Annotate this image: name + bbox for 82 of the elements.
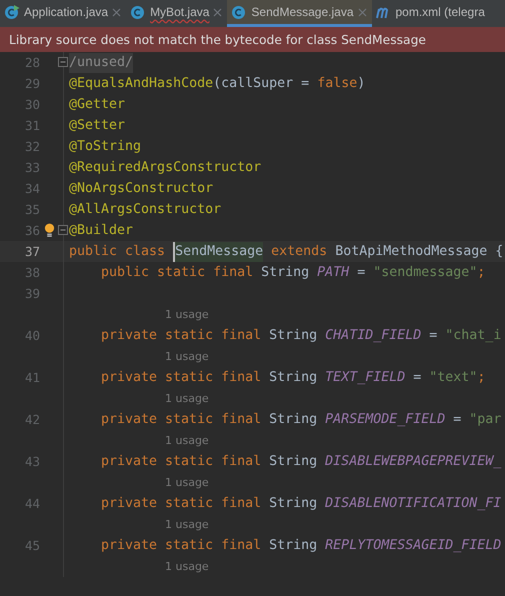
class-icon <box>231 4 248 20</box>
code-text: String <box>261 264 310 282</box>
constant-name: TEXT_FIELD <box>325 368 406 386</box>
annotation: @Builder <box>69 222 134 240</box>
line-number: 42 <box>24 412 40 427</box>
annotation: @Getter <box>69 96 126 114</box>
annotation: @ToString <box>69 138 142 156</box>
close-icon[interactable] <box>112 8 122 16</box>
keyword: private static final <box>101 410 262 428</box>
code-text: String <box>269 494 318 512</box>
annotation: @EqualsAndHashCode <box>69 74 214 92</box>
usage-hint[interactable]: 1 usage <box>165 350 209 363</box>
code-text: ) <box>357 74 366 92</box>
line-number: 29 <box>24 76 40 91</box>
keyword: ; <box>477 264 486 282</box>
constant-name: PARSEMODE_FIELD <box>325 410 446 428</box>
close-icon[interactable] <box>213 8 222 16</box>
code-text: String <box>269 536 318 554</box>
line-number: 28 <box>24 55 40 70</box>
line-number: 36 <box>24 223 40 238</box>
folded-code: /unused/ <box>69 52 134 72</box>
keyword: public static final <box>101 264 254 282</box>
constant-name: DISABLEWEBPAGEPREVIEW_ <box>325 452 502 470</box>
code-text: String <box>269 326 318 344</box>
code-text: SendMessage <box>173 242 264 262</box>
line-number: 44 <box>24 496 40 511</box>
line-number: 39 <box>24 286 40 301</box>
class-icon <box>130 4 146 20</box>
line-number: 32 <box>24 139 40 154</box>
line-number: 37 <box>24 244 40 259</box>
annotation: @AllArgsConstructor <box>69 200 222 218</box>
line-number: 43 <box>24 454 40 469</box>
string-literal: "par <box>469 410 502 428</box>
code-text: String <box>269 368 318 386</box>
warning-banner: Library source does not match the bytecode for class SendMessage <box>0 27 505 52</box>
usage-hint[interactable]: 1 usage <box>165 392 209 405</box>
usage-hint[interactable]: 1 usage <box>165 434 209 447</box>
keyword: private static final <box>101 494 262 512</box>
code-text: = <box>452 410 462 428</box>
keyword: private static final <box>101 368 262 386</box>
usage-hint[interactable]: 1 usage <box>165 476 209 489</box>
code-text: String <box>269 410 318 428</box>
usage-hint[interactable]: 1 usage <box>165 560 209 573</box>
fold-icon[interactable] <box>58 225 68 235</box>
keyword: ; <box>477 368 486 386</box>
code-text: BotApiMethodMessage { <box>335 242 504 260</box>
usage-hint[interactable]: 1 usage <box>165 518 209 531</box>
annotation: @RequiredArgsConstructor <box>69 158 262 176</box>
editor-tab[interactable]: SendMessage.java <box>227 0 372 27</box>
line-number: 41 <box>24 370 40 385</box>
constant-name: CHATID_FIELD <box>325 326 422 344</box>
constant-name: DISABLENOTIFICATION_FI <box>325 494 502 512</box>
string-literal: "text" <box>429 368 478 386</box>
keyword: private static final <box>101 452 262 470</box>
keyword: private static final <box>101 326 262 344</box>
keyword: extends <box>270 242 328 260</box>
code-text: (callSuper = <box>213 74 310 92</box>
code-text: = <box>428 326 438 344</box>
line-number: 40 <box>24 328 40 343</box>
annotation: @Setter <box>69 116 126 134</box>
constant-name: PATH <box>317 264 350 282</box>
usage-hint[interactable]: 1 usage <box>165 308 209 321</box>
annotation: @NoArgsConstructor <box>69 180 214 198</box>
keyword: false <box>317 74 358 92</box>
keyword: private static final <box>101 536 262 554</box>
string-literal: "sendmessage" <box>373 264 478 282</box>
string-literal: "chat_i <box>445 326 502 344</box>
keyword: public class <box>69 242 166 260</box>
line-number: 30 <box>24 97 40 112</box>
line-number: 38 <box>24 265 40 280</box>
line-number: 45 <box>24 538 40 553</box>
constant-name: REPLYTOMESSAGEID_FIELD <box>325 536 502 554</box>
lightbulb-icon[interactable] <box>44 222 55 238</box>
line-number: 35 <box>24 202 40 217</box>
line-number: 33 <box>24 160 40 175</box>
class-run-icon <box>4 4 20 20</box>
line-number: 31 <box>24 118 40 133</box>
code-text: String <box>269 452 318 470</box>
fold-icon[interactable] <box>58 57 68 67</box>
line-number: 34 <box>24 181 40 196</box>
code-text: = <box>412 368 422 386</box>
code-text: = <box>356 264 366 282</box>
